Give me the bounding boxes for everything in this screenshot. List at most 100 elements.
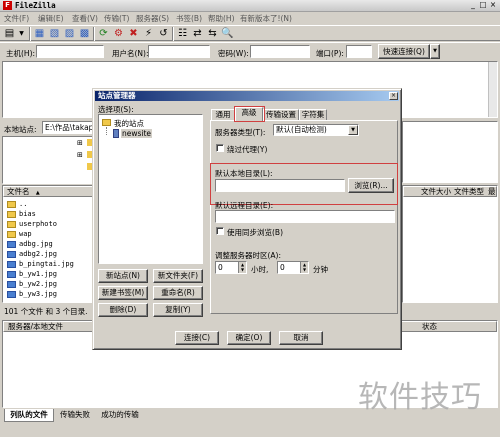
tree-root[interactable]: 我的站点	[114, 118, 144, 129]
new-bookmark-button[interactable]: 新建书签(M)	[98, 286, 148, 300]
tab-queued-files[interactable]: 列队的文件	[4, 409, 54, 422]
toggle-log-icon[interactable]: ▦	[33, 27, 46, 40]
remote-dir-tree[interactable]	[402, 121, 498, 183]
close-button[interactable]: ×	[488, 0, 498, 9]
local-file-header[interactable]: 文件名 ▲	[3, 186, 95, 197]
menu-bookmarks[interactable]: 书签(B)	[176, 13, 202, 24]
local-status: 101 个文件 和 3 个目录.	[4, 307, 88, 316]
menu-view[interactable]: 查看(V)	[72, 13, 98, 24]
tree-child-newsite[interactable]: newsite	[121, 129, 153, 138]
menu-edit[interactable]: 编辑(E)	[38, 13, 64, 24]
list-item[interactable]: adbg.jpg	[7, 239, 53, 249]
menu-file[interactable]: 文件(F)	[4, 13, 29, 24]
host-input[interactable]	[36, 45, 104, 58]
menu-transfer[interactable]: 传输(T)	[104, 13, 129, 24]
ok-button[interactable]: 确定(O)	[227, 331, 271, 345]
search-icon[interactable]: 🔍	[221, 27, 234, 40]
cancel-icon[interactable]: ✖	[127, 27, 140, 40]
toggle-remote-tree-icon[interactable]: ▨	[63, 27, 76, 40]
col-status[interactable]: 状态	[422, 322, 437, 331]
reconnect-icon[interactable]: ↺	[157, 27, 170, 40]
compare-icon[interactable]: ⇄	[191, 27, 204, 40]
col-filesize[interactable]: 文件大小	[421, 187, 451, 196]
tab-failed-transfers[interactable]: 传输失败	[56, 409, 94, 421]
local-dir-input[interactable]	[215, 179, 345, 192]
port-label: 端口(P):	[316, 49, 344, 58]
username-input[interactable]	[148, 45, 210, 58]
tab-successful-transfers[interactable]: 成功的传输	[96, 409, 144, 421]
cancel-button[interactable]: 取消	[279, 331, 323, 345]
minutes-input[interactable]: 0 ▲ ▼	[277, 261, 309, 274]
process-queue-icon[interactable]: ⚙	[112, 27, 125, 40]
spinner-icon[interactable]: ▲ ▼	[300, 262, 308, 273]
delete-button[interactable]: 删除(D)	[98, 303, 148, 317]
sync-browse-label: 使用同步浏览(B)	[227, 228, 283, 237]
timezone-label: 调整服务器时区(A):	[215, 251, 282, 260]
list-item[interactable]: ..	[7, 199, 27, 209]
filter-icon[interactable]: ☷	[176, 27, 189, 40]
site-tree[interactable]: 我的站点 newsite	[98, 114, 203, 264]
bypass-proxy-checkbox[interactable]	[216, 144, 224, 152]
menu-new-version[interactable]: 有新版本了!(N)	[240, 13, 292, 24]
list-item[interactable]: adbg2.jpg	[7, 249, 57, 259]
remote-file-list[interactable]: 文件大小 文件类型 最	[402, 185, 498, 303]
col-server-local[interactable]: 服务器/本地文件	[8, 322, 63, 331]
file-name: adbg2.jpg	[19, 250, 57, 258]
port-input[interactable]	[346, 45, 372, 58]
local-dir-tree[interactable]: ⊞ ⊞	[2, 136, 96, 184]
col-filetype[interactable]: 文件类型	[454, 187, 484, 196]
toggle-local-tree-icon[interactable]: ▧	[48, 27, 61, 40]
remote-dir-input[interactable]	[215, 210, 395, 223]
list-item[interactable]: b_yw1.jpg	[7, 269, 57, 279]
menu-server[interactable]: 服务器(S)	[136, 13, 169, 24]
quickconnect-dropdown[interactable]: ▼	[430, 44, 440, 59]
minimize-button[interactable]: _	[468, 0, 478, 9]
connect-button[interactable]: 连接(C)	[175, 331, 219, 345]
rename-button[interactable]: 重命名(R)	[153, 286, 203, 300]
maximize-button[interactable]: □	[478, 0, 488, 9]
watermark: 软件技巧	[358, 380, 482, 415]
list-item[interactable]: bias	[7, 209, 36, 219]
list-item[interactable]: userphoto	[7, 219, 57, 229]
dialog-close-button[interactable]: ×	[389, 92, 398, 100]
app-logo-icon: F	[3, 1, 12, 10]
hours-input[interactable]: 0 ▲ ▼	[215, 261, 247, 274]
col-filename[interactable]: 文件名	[7, 187, 30, 196]
password-input[interactable]	[250, 45, 310, 58]
dropdown-arrow-icon[interactable]: ▼	[15, 27, 28, 40]
col-last[interactable]: 最	[488, 187, 496, 196]
expand-icon[interactable]: ⊞	[77, 151, 83, 159]
menu-help[interactable]: 帮助(H)	[208, 13, 235, 24]
folder-icon	[7, 230, 16, 238]
quickconnect-button[interactable]: 快速连接(Q)	[378, 44, 430, 59]
new-folder-button[interactable]: 新文件夹(F)	[153, 269, 203, 283]
minutes-label: 分钟	[313, 265, 328, 274]
list-item[interactable]: wap	[7, 229, 32, 239]
list-item[interactable]: b_yw3.jpg	[7, 289, 57, 299]
spinner-icon[interactable]: ▲ ▼	[238, 262, 246, 273]
sync-browse-icon[interactable]: ⇆	[206, 27, 219, 40]
file-name: wap	[19, 230, 32, 238]
username-label: 用户名(N):	[112, 49, 149, 58]
copy-button[interactable]: 复制(Y)	[153, 303, 203, 317]
toggle-queue-icon[interactable]: ▩	[78, 27, 91, 40]
folder-icon	[102, 119, 111, 126]
remote-file-header[interactable]: 文件大小 文件类型 最	[403, 186, 497, 197]
file-name: b_yw3.jpg	[19, 290, 57, 298]
log-scrollbar[interactable]	[488, 62, 497, 117]
file-name: ..	[19, 200, 28, 208]
image-file-icon	[7, 280, 16, 288]
chevron-down-icon[interactable]: ▼	[348, 125, 358, 135]
sync-browse-checkbox[interactable]	[216, 227, 224, 235]
browse-button[interactable]: 浏览(R)...	[348, 178, 394, 193]
expand-icon[interactable]: ⊞	[77, 139, 83, 147]
new-site-button[interactable]: 新站点(N)	[98, 269, 148, 283]
server-type-select[interactable]: 默认(自动检测) ▼	[273, 124, 359, 136]
list-item[interactable]: b_yw2.jpg	[7, 279, 57, 289]
local-file-list[interactable]: 文件名 ▲ .. bias userphoto wap adbg.jpg adbg2.jp…	[2, 185, 96, 303]
refresh-icon[interactable]: ⟳	[97, 27, 110, 40]
disconnect-icon[interactable]: ⚡	[142, 27, 155, 40]
advanced-panel: 服务器类型(T): 默认(自动检测) ▼ 绕过代理(Y) 默认本地目录(L): …	[210, 120, 398, 314]
list-item[interactable]: b_pingtai.jpg	[7, 259, 74, 269]
bypass-proxy-label: 绕过代理(Y)	[227, 145, 268, 154]
